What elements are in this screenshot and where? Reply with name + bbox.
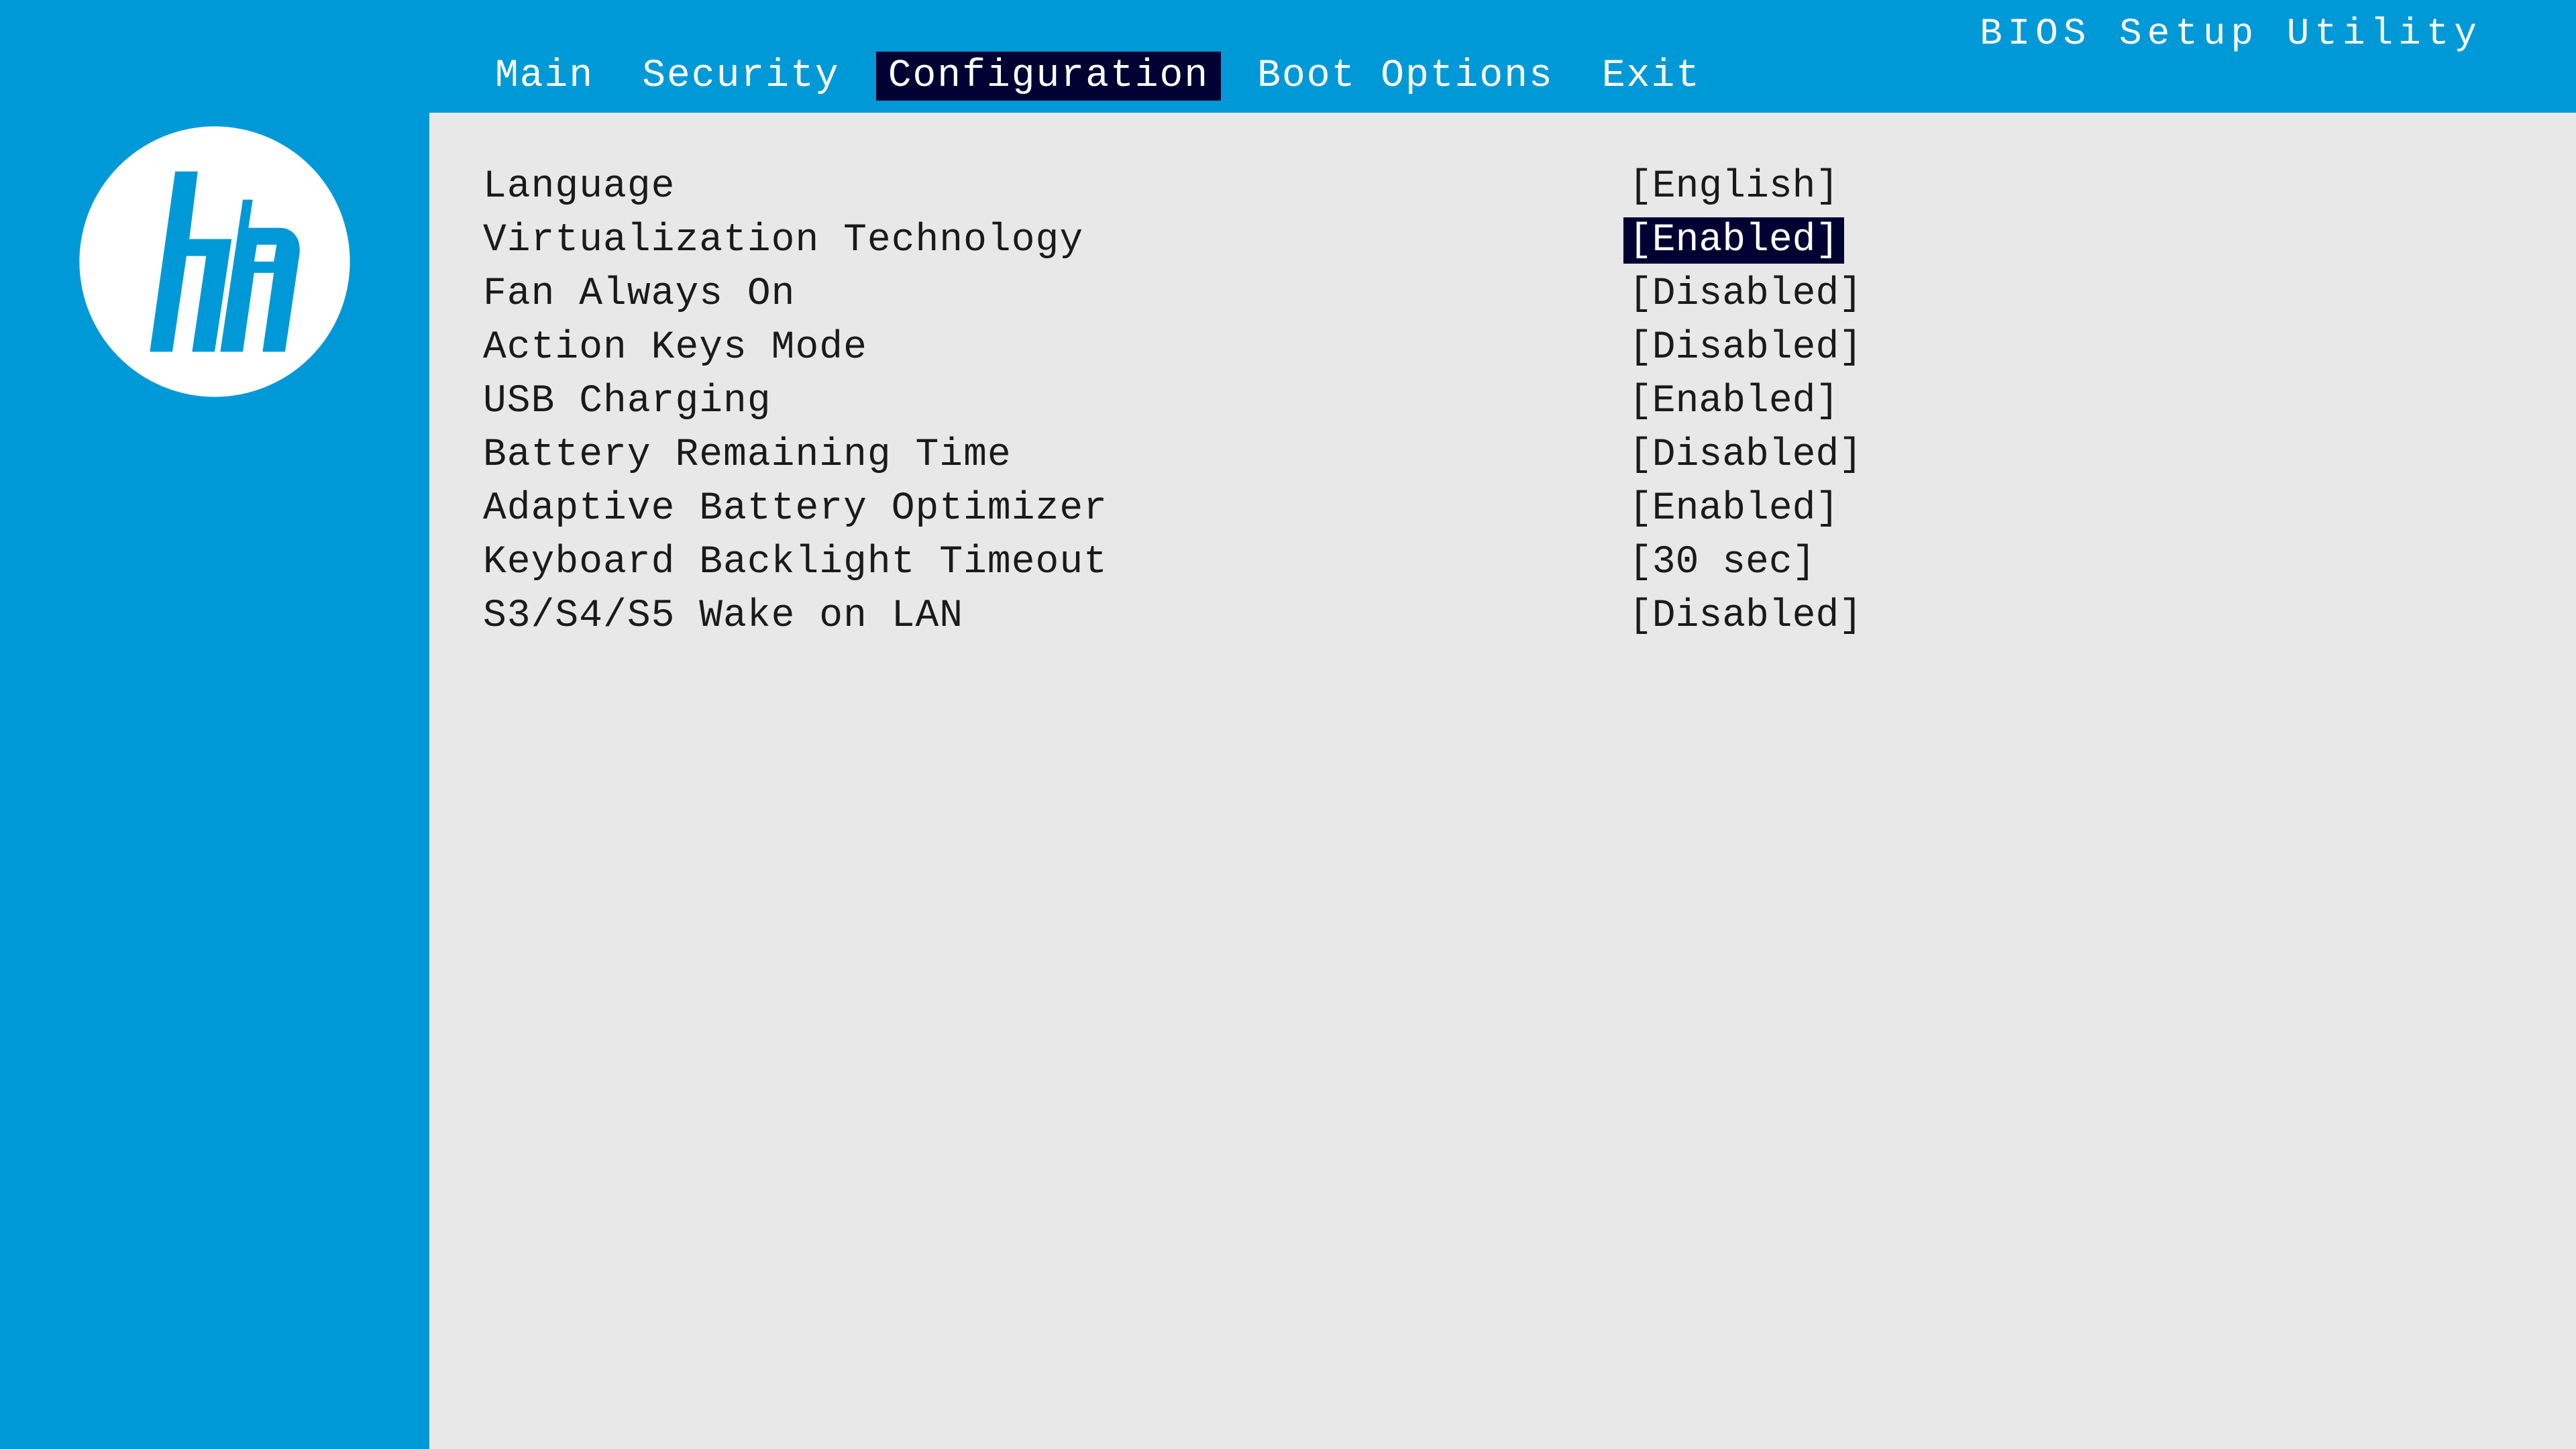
setting-value[interactable]: [Disabled] bbox=[1623, 432, 1868, 478]
setting-row-usb-charging[interactable]: USB Charging [Enabled] bbox=[483, 374, 2522, 428]
setting-row-action-keys[interactable]: Action Keys Mode [Disabled] bbox=[483, 321, 2522, 374]
setting-value[interactable]: [Enabled] bbox=[1623, 217, 1844, 264]
setting-label: USB Charging bbox=[483, 380, 1623, 423]
setting-row-battery-optimizer[interactable]: Adaptive Battery Optimizer [Enabled] bbox=[483, 482, 2522, 535]
setting-row-virtualization[interactable]: Virtualization Technology [Enabled] bbox=[483, 213, 2522, 267]
setting-value[interactable]: [English] bbox=[1623, 164, 1844, 210]
setting-value[interactable]: [Enabled] bbox=[1623, 378, 1844, 425]
tab-exit[interactable]: Exit bbox=[1590, 52, 1713, 101]
app-title: BIOS Setup Utility bbox=[1980, 12, 2482, 55]
setting-label: Battery Remaining Time bbox=[483, 433, 1623, 477]
setting-value[interactable]: [Disabled] bbox=[1623, 325, 1868, 371]
setting-label: Fan Always On bbox=[483, 272, 1623, 316]
tab-main[interactable]: Main bbox=[483, 52, 606, 101]
setting-label: Language bbox=[483, 165, 1623, 209]
sidebar bbox=[0, 0, 429, 1449]
tab-bar: Main Security Configuration Boot Options… bbox=[483, 52, 1713, 101]
setting-value[interactable]: [30 sec] bbox=[1623, 539, 1821, 586]
settings-panel: Language [English] Virtualization Techno… bbox=[429, 113, 2576, 1449]
setting-value[interactable]: [Enabled] bbox=[1623, 486, 1844, 532]
hp-logo-icon bbox=[74, 121, 356, 402]
tab-security[interactable]: Security bbox=[630, 52, 851, 101]
tab-configuration[interactable]: Configuration bbox=[876, 52, 1221, 101]
setting-label: Adaptive Battery Optimizer bbox=[483, 487, 1623, 531]
setting-row-battery-time[interactable]: Battery Remaining Time [Disabled] bbox=[483, 428, 2522, 482]
setting-value[interactable]: [Disabled] bbox=[1623, 271, 1868, 317]
setting-row-wake-on-lan[interactable]: S3/S4/S5 Wake on LAN [Disabled] bbox=[483, 589, 2522, 643]
setting-label: Keyboard Backlight Timeout bbox=[483, 541, 1623, 584]
setting-label: Virtualization Technology bbox=[483, 219, 1623, 262]
setting-value[interactable]: [Disabled] bbox=[1623, 593, 1868, 639]
setting-label: Action Keys Mode bbox=[483, 326, 1623, 370]
setting-row-backlight-timeout[interactable]: Keyboard Backlight Timeout [30 sec] bbox=[483, 535, 2522, 589]
setting-row-fan[interactable]: Fan Always On [Disabled] bbox=[483, 267, 2522, 321]
setting-label: S3/S4/S5 Wake on LAN bbox=[483, 594, 1623, 638]
setting-row-language[interactable]: Language [English] bbox=[483, 160, 2522, 213]
tab-boot-options[interactable]: Boot Options bbox=[1245, 52, 1566, 101]
